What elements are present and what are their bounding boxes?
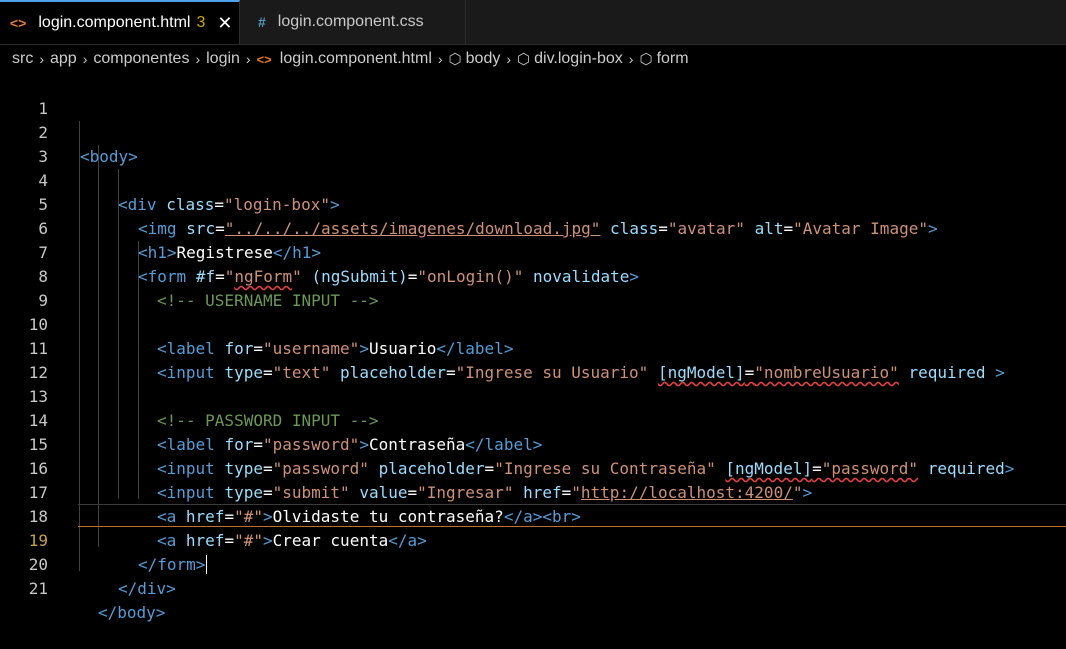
code-line-5: 5 <img src="../../../assets/imagenes/dow… (0, 169, 1066, 238)
css-file-icon: # (258, 14, 266, 30)
code-line-18: 18 <a href="#">Crear cuenta</a> (0, 481, 1066, 550)
code-line-20: 20 </div> (0, 529, 1066, 598)
line-number: 21 (28, 579, 48, 598)
code-line-13: 13 <!-- PASSWORD INPUT --> (0, 361, 1066, 430)
chevron-right-icon: › (437, 51, 443, 67)
breadcrumb-item-file[interactable]: login.component.html (280, 50, 432, 68)
code-line-3: 3 (0, 121, 1066, 166)
tab-label: login.component.css (277, 13, 424, 30)
editor-tab-bar: <> login.component.html 3 ✕ # login.comp… (0, 0, 1066, 45)
breadcrumb-item-login[interactable]: login (206, 50, 240, 68)
code-line-12: 12 (0, 337, 1066, 382)
code-line-8: 8 <!-- USERNAME INPUT --> (0, 241, 1066, 310)
breadcrumb-item-src[interactable]: src (12, 50, 33, 68)
html-file-icon: <> (10, 15, 27, 31)
code-editor[interactable]: 1 2 <body> 3 4 <div class="login-box"> 5… (0, 73, 1066, 622)
code-line-7: 7 <form #f="ngForm" (ngSubmit)="onLogin(… (0, 217, 1066, 286)
code-line-10: 10 <label for="username">Usuario</label> (0, 289, 1066, 358)
close-icon[interactable]: ✕ (217, 13, 232, 34)
breadcrumb-item-form[interactable]: form (657, 50, 689, 68)
code-line-6: 6 <h1>Registrese</h1> (0, 193, 1066, 262)
chevron-right-icon: › (628, 51, 634, 67)
breadcrumb-item-div[interactable]: div.login-box (534, 50, 623, 68)
code-line-16: 16 <input type="submit" value="Ingresar"… (0, 433, 1066, 502)
tag-name: </body> (98, 603, 166, 622)
code-line-9: 9 (0, 265, 1066, 310)
code-line-4: 4 <div class="login-box"> (0, 145, 1066, 214)
chevron-right-icon: › (195, 51, 201, 67)
code-line-17: 17 <a href="#">Olvidaste tu contraseña?<… (0, 457, 1066, 526)
html-file-icon: <> (256, 51, 272, 67)
code-line-1: 1 (0, 73, 1066, 118)
code-line-14: 14 <label for="password">Contraseña</lab… (0, 385, 1066, 454)
breadcrumb: src › app › componentes › login › <> log… (0, 45, 1066, 73)
breadcrumb-item-body[interactable]: body (466, 50, 501, 68)
chevron-right-icon: › (506, 51, 512, 67)
code-line-19: 19 </form> (0, 505, 1066, 574)
tab-label: login.component.html (38, 14, 191, 31)
symbol-cube-icon: ⬡ (448, 51, 462, 68)
chevron-right-icon: › (82, 51, 88, 67)
problems-count-badge: 3 (196, 14, 206, 31)
breadcrumb-item-app[interactable]: app (50, 50, 77, 68)
code-line-15: 15 <input type="password" placeholder="I… (0, 409, 1066, 478)
symbol-cube-icon: ⬡ (639, 51, 653, 68)
tab-login-component-css[interactable]: # login.component.css (240, 0, 466, 44)
symbol-cube-icon: ⬡ (517, 51, 531, 68)
chevron-right-icon: › (39, 51, 44, 67)
breadcrumb-item-componentes[interactable]: componentes (93, 50, 189, 68)
code-line-11: 11 <input type="text" placeholder="Ingre… (0, 313, 1066, 382)
code-line-21: 21 </body> (0, 553, 1066, 622)
chevron-right-icon: › (245, 51, 251, 67)
code-line-2: 2 <body> (0, 97, 1066, 166)
tag-name: </div> (118, 579, 176, 598)
tab-login-component-html[interactable]: <> login.component.html 3 ✕ (0, 0, 240, 44)
